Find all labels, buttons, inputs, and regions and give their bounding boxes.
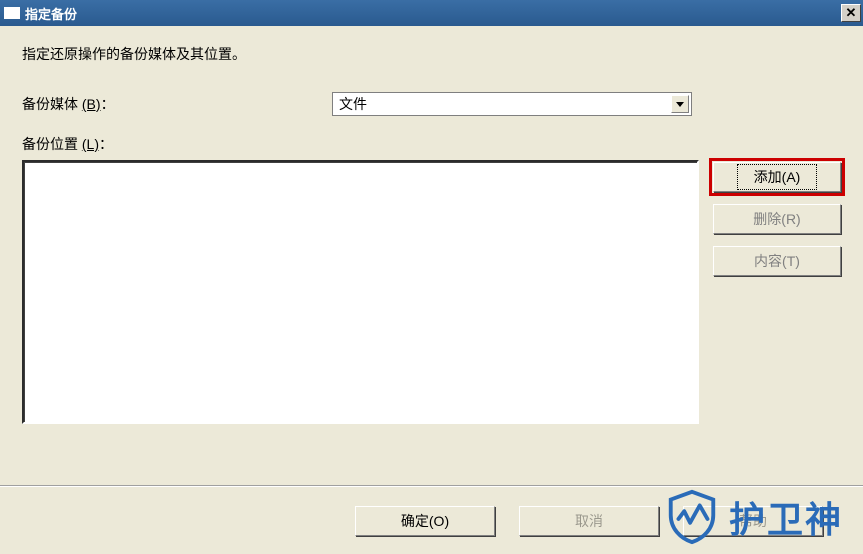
dialog-body: 指定还原操作的备份媒体及其位置。 备份媒体 (B)： 文件 备份位置 (L)： …: [0, 26, 863, 554]
titlebar-left: 指定备份: [4, 4, 77, 23]
add-button[interactable]: 添加(A): [713, 162, 841, 192]
backup-location-listbox[interactable]: [22, 160, 699, 424]
location-row: 备份位置 (L)：: [22, 134, 841, 154]
app-icon: [4, 7, 20, 19]
cancel-button[interactable]: 取消: [519, 506, 659, 536]
media-row: 备份媒体 (B)： 文件: [22, 92, 841, 116]
side-buttons: 添加(A) 删除(R) 内容(T): [713, 162, 841, 276]
help-button[interactable]: 帮助: [683, 506, 823, 536]
media-dropdown[interactable]: 文件: [332, 92, 692, 116]
location-label: 备份位置 (L)：: [22, 134, 332, 154]
bottom-bar: 确定(O) 取消 帮助: [0, 486, 863, 554]
titlebar: 指定备份 ✕: [0, 0, 863, 26]
contents-button: 内容(T): [713, 246, 841, 276]
list-area: 添加(A) 删除(R) 内容(T): [22, 160, 841, 424]
media-label: 备份媒体 (B)：: [22, 94, 332, 114]
media-dropdown-value: 文件: [339, 94, 367, 114]
instruction-text: 指定还原操作的备份媒体及其位置。: [22, 44, 841, 64]
remove-button: 删除(R): [713, 204, 841, 234]
close-button[interactable]: ✕: [841, 4, 861, 22]
ok-button[interactable]: 确定(O): [355, 506, 495, 536]
window-title: 指定备份: [25, 4, 77, 23]
chevron-down-icon: [671, 95, 689, 113]
